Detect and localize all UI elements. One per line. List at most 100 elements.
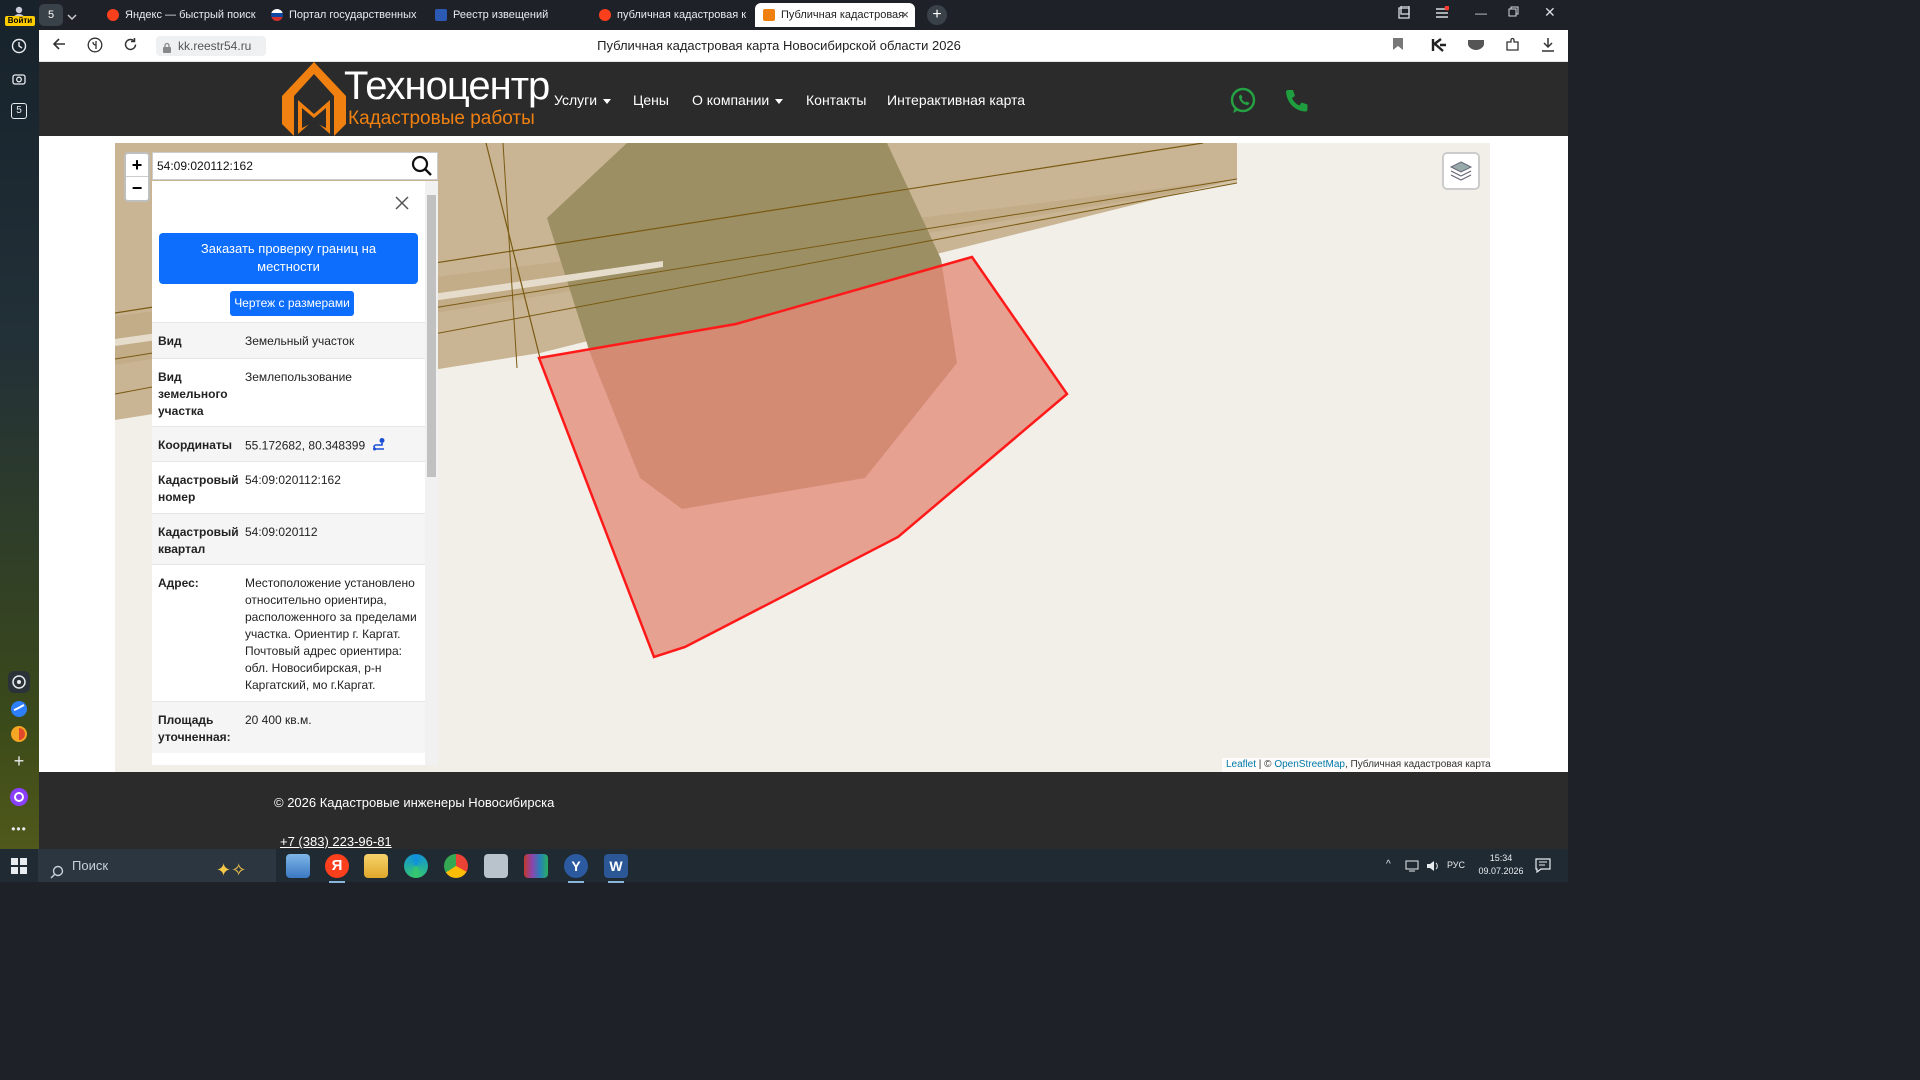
- panel-scrollbar[interactable]: [425, 181, 438, 765]
- info-key: Кадастровый номер: [158, 473, 239, 504]
- taskbar-winrar-icon[interactable]: [524, 854, 548, 878]
- taskbar-explorer-view-icon[interactable]: [286, 854, 310, 878]
- leaflet-link[interactable]: Leaflet: [1226, 759, 1256, 770]
- nav-label: Интерактивная карта: [887, 92, 1026, 108]
- zoom-control: + −: [124, 152, 150, 202]
- lock-icon: [162, 40, 172, 60]
- minimize-window-icon[interactable]: —: [1475, 6, 1487, 20]
- tray-expand-icon[interactable]: ^: [1386, 859, 1391, 870]
- yandex-home-icon[interactable]: [87, 37, 103, 57]
- downloads-icon[interactable]: [1541, 37, 1555, 56]
- tab-title: Яндекс — быстрый поиск: [125, 9, 256, 21]
- back-icon[interactable]: [52, 37, 66, 55]
- more-icon[interactable]: •••: [8, 818, 30, 840]
- logo-title[interactable]: Техноцентр: [344, 64, 550, 109]
- site-header: Техноцентр Кадастровые работы Услуги Цен…: [39, 62, 1568, 136]
- info-value[interactable]: 54:09:020112: [245, 524, 423, 541]
- tab-gosuslugi[interactable]: Портал государственных: [263, 3, 423, 27]
- camera-app-icon[interactable]: [8, 671, 30, 693]
- info-value[interactable]: 54:09:020112:162: [245, 472, 423, 489]
- close-panel-icon[interactable]: [395, 193, 409, 216]
- tab-yandex-search[interactable]: публичная кадастровая к: [591, 3, 751, 27]
- reload-icon[interactable]: [123, 37, 138, 56]
- url-field[interactable]: kk.reestr54.ru: [156, 36, 266, 56]
- bookmark-icon[interactable]: [1392, 37, 1404, 55]
- dropdown-caret-icon: [775, 98, 784, 104]
- info-value: Местоположение установлено относительно …: [245, 576, 417, 692]
- search-icon[interactable]: [411, 155, 433, 182]
- taskbar-search[interactable]: Поиск ✦✧: [38, 849, 276, 882]
- parcel-info-panel: Заказать проверку границ на местности Че…: [152, 181, 438, 765]
- layers-icon: [1449, 161, 1473, 181]
- tab-counter-icon[interactable]: 5: [8, 100, 30, 122]
- info-key: Адрес:: [158, 576, 199, 590]
- tray-clock[interactable]: 15:34 09.07.2026: [1473, 852, 1529, 878]
- zoom-in-button[interactable]: +: [126, 154, 148, 177]
- nav-prices[interactable]: Цены: [633, 92, 669, 108]
- drawing-with-dimensions-button[interactable]: Чертеж с размерами: [230, 291, 354, 316]
- taskbar-network-app-icon[interactable]: [484, 854, 508, 878]
- tray-language[interactable]: РУС: [1447, 860, 1465, 870]
- notification-center-icon[interactable]: [1535, 858, 1551, 878]
- map-search: [152, 152, 438, 180]
- close-window-icon[interactable]: ✕: [1544, 4, 1556, 21]
- restore-window-icon[interactable]: [1508, 6, 1519, 20]
- route-icon[interactable]: [372, 437, 386, 456]
- taskbar-yandex-app-icon[interactable]: Y: [564, 854, 588, 883]
- url-text: kk.reestr54.ru: [178, 39, 252, 53]
- scrollbar-thumb[interactable]: [427, 195, 436, 477]
- phone-icon[interactable]: [1283, 87, 1311, 120]
- nav-contacts[interactable]: Контакты: [806, 92, 866, 108]
- extensions-icon[interactable]: [1505, 37, 1520, 56]
- taskbar-file-explorer-icon[interactable]: [364, 854, 388, 878]
- games-app-icon[interactable]: [8, 723, 30, 745]
- tab-group-count: 5: [47, 9, 55, 21]
- tab-count: 5: [11, 103, 27, 119]
- tab-menu-chevron-icon[interactable]: [67, 9, 77, 27]
- registry-favicon-icon: [435, 9, 447, 21]
- tab-title: Портал государственных: [289, 9, 417, 21]
- taskbar-yandex-browser-icon[interactable]: Я: [325, 854, 349, 883]
- technocenter-logo-icon[interactable]: [282, 62, 346, 136]
- tray-device-icon[interactable]: [1405, 859, 1419, 877]
- alice-assistant-icon[interactable]: [8, 786, 30, 808]
- tab-yandex[interactable]: Яндекс — быстрый поиск: [99, 3, 259, 27]
- windows-start-icon[interactable]: [11, 858, 27, 879]
- browser-sidebar: Войти 5 + •••: [0, 0, 39, 849]
- info-row-area: Площадь уточненная: 20 400 кв.м.: [152, 701, 425, 753]
- extension-shield-icon[interactable]: [1467, 37, 1485, 55]
- whatsapp-icon[interactable]: [1229, 87, 1257, 120]
- tab-group-icon[interactable]: 5: [39, 4, 63, 26]
- new-tab-button[interactable]: +: [927, 5, 947, 25]
- tab-strip: 5 Яндекс — быстрый поиск Портал государс…: [39, 0, 1568, 30]
- tab-title: Реестр извещений: [453, 9, 549, 21]
- info-value[interactable]: 55.172682, 80.348399: [245, 439, 365, 453]
- close-tab-icon[interactable]: ×: [901, 7, 909, 22]
- messenger-app-icon[interactable]: [8, 698, 30, 720]
- osm-link[interactable]: OpenStreetMap: [1274, 759, 1345, 770]
- history-icon[interactable]: [8, 35, 30, 57]
- order-boundary-check-button[interactable]: Заказать проверку границ на местности: [159, 233, 418, 284]
- logo-subtitle: Кадастровые работы: [348, 108, 535, 129]
- cadastral-search-input[interactable]: [153, 153, 403, 179]
- browser-menu-icon[interactable]: [1435, 5, 1450, 23]
- add-app-icon[interactable]: +: [8, 750, 30, 772]
- bookmarks-panel-icon[interactable]: [1397, 5, 1411, 23]
- sparkle-icon: ✦✧: [216, 860, 247, 880]
- extension-k-icon[interactable]: [1431, 37, 1447, 57]
- tray-volume-icon[interactable]: [1426, 859, 1440, 877]
- taskbar-word-icon[interactable]: W: [604, 854, 628, 883]
- info-value: 20 400 кв.м.: [245, 713, 312, 727]
- nav-services[interactable]: Услуги: [554, 92, 612, 108]
- nav-about[interactable]: О компании: [692, 92, 784, 108]
- tab-registry[interactable]: Реестр извещений: [427, 3, 587, 27]
- nav-interactive-map[interactable]: Интерактивная карта: [887, 92, 1025, 108]
- zoom-out-button[interactable]: −: [126, 177, 148, 200]
- footer-phone-link[interactable]: +7 (383) 223-96-81: [280, 834, 392, 849]
- login-badge[interactable]: Войти: [5, 16, 35, 26]
- layers-button[interactable]: [1442, 152, 1480, 190]
- taskbar-edge-icon[interactable]: [404, 854, 428, 878]
- taskbar-chrome-icon[interactable]: [444, 854, 468, 878]
- screenshot-icon[interactable]: [8, 68, 30, 90]
- tab-cadastral-map[interactable]: Публичная кадастровая ×: [755, 3, 915, 27]
